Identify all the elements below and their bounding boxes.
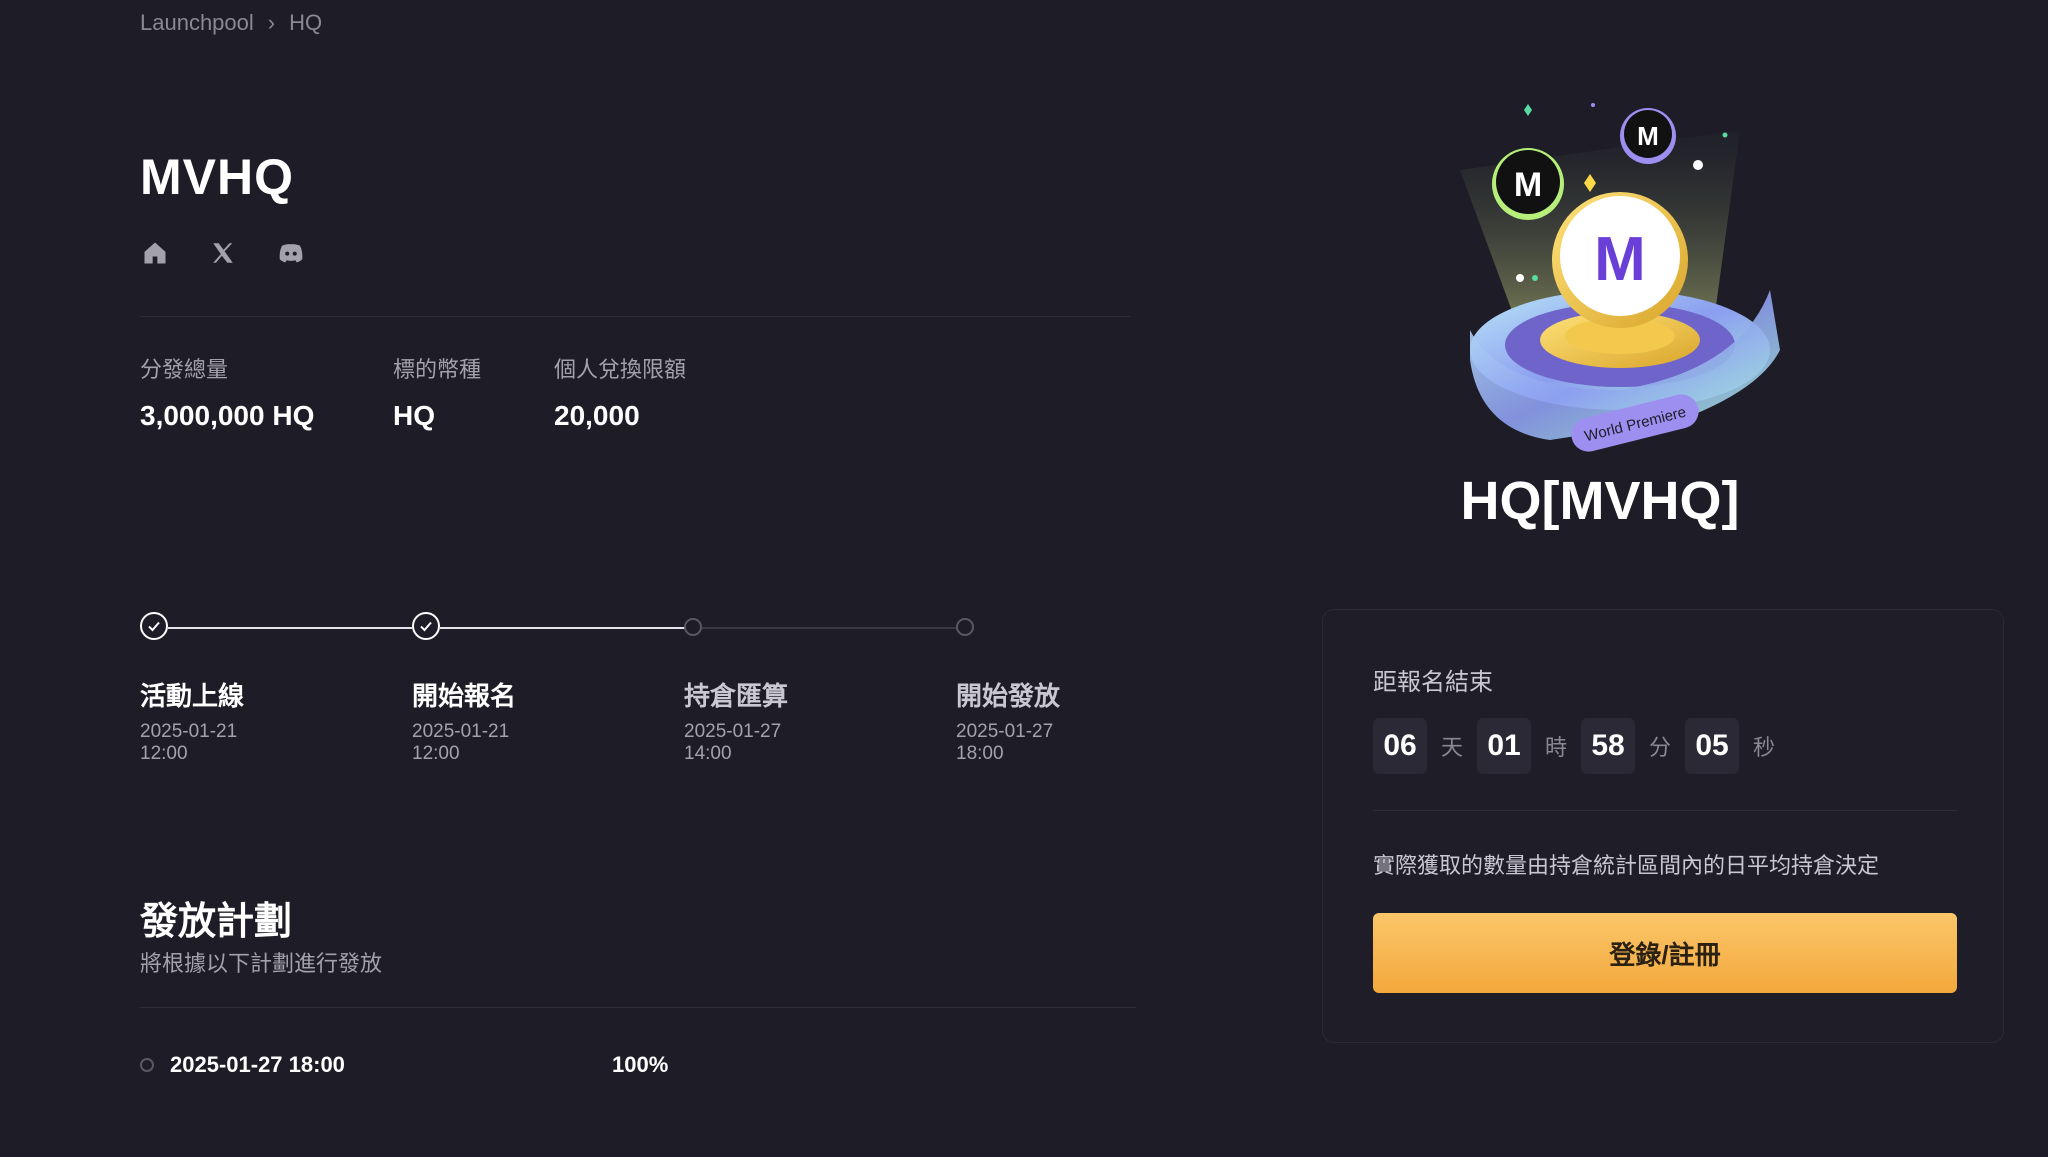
token-title: HQ[MVHQ] xyxy=(1460,471,1740,531)
plan-row-percent: 100% xyxy=(612,1052,669,1077)
check-icon xyxy=(148,621,160,632)
timeline-step: 持倉匯算 2025-01-27 14:00 xyxy=(684,676,824,765)
timeline-step: 開始報名 2025-01-21 12:00 xyxy=(412,676,552,765)
stat-total-distribution: 分發總量 3,000,000 HQ xyxy=(140,352,314,432)
countdown-label: 距報名結束 xyxy=(1373,669,1493,696)
timeline-step-name: 活動上線 xyxy=(140,681,245,711)
plan-title: 發放計劃 xyxy=(140,901,293,943)
stat-label: 標的幣種 xyxy=(393,357,482,382)
timeline-step-time: 2025-01-21 12:00 xyxy=(140,721,238,764)
breadcrumb-current: HQ xyxy=(289,10,323,35)
stat-personal-limit: 個人兌換限額 20,000 xyxy=(554,352,686,432)
timeline-step-time: 2025-01-27 18:00 xyxy=(956,721,1054,764)
countdown-unit: 時 xyxy=(1545,735,1568,760)
plan-subtitle: 將根據以下計劃進行發放 xyxy=(140,951,383,976)
svg-text:M: M xyxy=(1514,166,1542,204)
stat-value: 20,000 xyxy=(554,400,640,431)
stat-value: HQ xyxy=(393,400,435,431)
divider xyxy=(1373,810,1957,811)
divider xyxy=(140,1007,1136,1008)
timeline-node-done xyxy=(140,612,168,640)
countdown-hours: 01 xyxy=(1477,718,1532,774)
plan-row-datetime: 2025-01-27 18:00 xyxy=(170,1052,345,1077)
home-icon[interactable] xyxy=(140,238,170,268)
registration-panel: 距報名結束 06 天 01 時 58 分 05 秒 實際獲取的數量由持倉統計區間… xyxy=(1322,609,2004,1043)
divider xyxy=(140,316,1130,317)
timeline-line-done xyxy=(440,627,690,629)
panel-note: 實際獲取的數量由持倉統計區間內的日平均持倉決定 xyxy=(1373,853,1880,878)
timeline-step-time: 2025-01-27 14:00 xyxy=(684,721,782,764)
stat-label: 分發總量 xyxy=(140,357,229,382)
timeline-node-done xyxy=(412,612,440,640)
timeline-node-pending xyxy=(684,618,702,636)
social-links xyxy=(140,238,306,268)
timeline-step: 開始發放 2025-01-27 18:00 xyxy=(956,676,1096,765)
timeline-line-done xyxy=(168,627,412,629)
timeline-step-name: 持倉匯算 xyxy=(684,681,789,711)
timeline-step: 活動上線 2025-01-21 12:00 xyxy=(140,676,280,765)
page-title: MVHQ xyxy=(140,149,294,205)
countdown-seconds: 05 xyxy=(1685,718,1740,774)
timeline-step-name: 開始發放 xyxy=(956,681,1061,711)
svg-text:M: M xyxy=(1637,121,1659,151)
countdown-unit: 分 xyxy=(1649,735,1672,760)
stat-label: 個人兌換限額 xyxy=(554,357,687,382)
timeline-step-name: 開始報名 xyxy=(412,681,517,711)
timeline-node-pending xyxy=(956,618,974,636)
check-icon xyxy=(420,621,432,632)
plan-row-dot xyxy=(140,1058,154,1072)
countdown-minutes: 58 xyxy=(1581,718,1636,774)
countdown-unit: 秒 xyxy=(1753,735,1776,760)
token-hero-illustration: World Premiere M M M xyxy=(1440,90,1800,470)
stat-target-token: 標的幣種 HQ xyxy=(393,352,481,432)
stat-value: 3,000,000 HQ xyxy=(140,400,315,431)
breadcrumb-root-link[interactable]: Launchpool xyxy=(140,10,254,36)
countdown-days: 06 xyxy=(1373,718,1427,774)
discord-icon[interactable] xyxy=(276,238,306,268)
countdown-unit: 天 xyxy=(1441,735,1464,760)
login-register-button[interactable]: 登錄/註冊 xyxy=(1373,913,1957,993)
countdown-timer: 06 天 01 時 58 分 05 秒 xyxy=(1373,718,1789,774)
x-twitter-icon[interactable] xyxy=(208,238,238,268)
svg-text:M: M xyxy=(1594,225,1646,294)
breadcrumb: Launchpool › HQ xyxy=(140,10,322,36)
chevron-right-icon: › xyxy=(267,10,276,35)
timeline-line-pending xyxy=(702,627,956,629)
timeline-step-time: 2025-01-21 12:00 xyxy=(412,721,510,764)
plan-row: 2025-01-27 18:00 xyxy=(140,1052,345,1078)
